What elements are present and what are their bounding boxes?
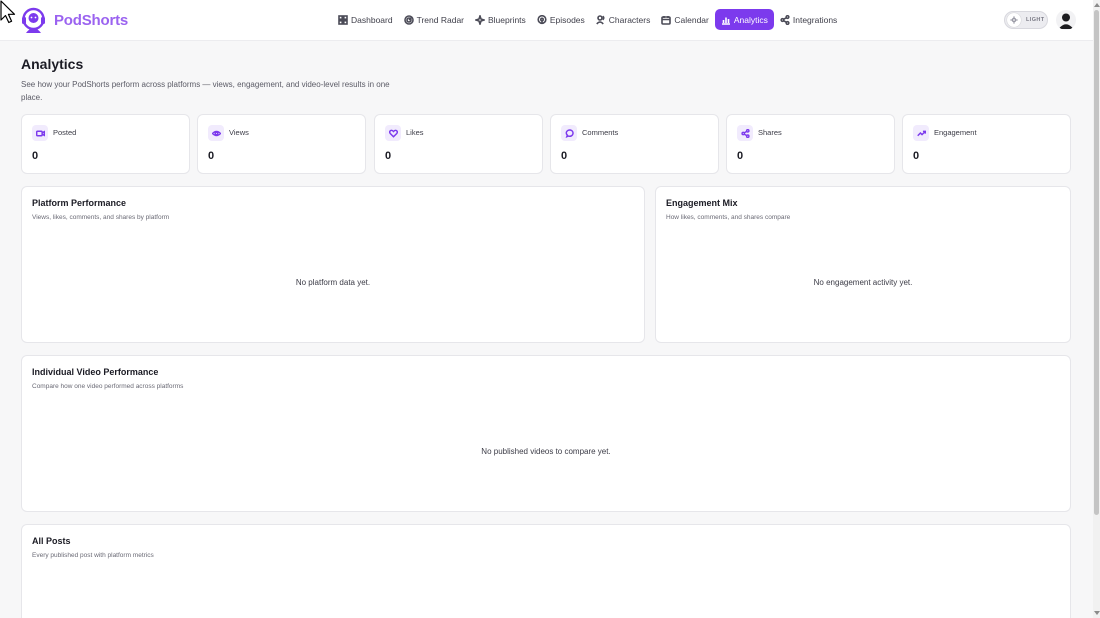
panel-subtitle: How likes, comments, and shares compare (666, 214, 791, 221)
share-icon (737, 125, 753, 141)
nav-item-blueprints[interactable]: Blueprints (470, 9, 531, 30)
nav-item-trend-radar[interactable]: Trend Radar (399, 9, 469, 30)
bar-chart-icon (721, 17, 730, 25)
grid-icon (338, 14, 348, 25)
page-title: Analytics (21, 56, 84, 72)
nav-item-dashboard[interactable]: Dashboard (333, 9, 398, 30)
video-icon (32, 125, 48, 141)
stat-value: 0 (737, 150, 744, 162)
nav-item-characters[interactable]: Characters (591, 9, 656, 30)
nav-label: Characters (608, 14, 651, 25)
top-navigation-bar: PodShorts Dashboard Trend Radar Blueprin… (0, 0, 1093, 41)
main-nav: Dashboard Trend Radar Blueprints Episode… (333, 9, 843, 30)
nav-label: Dashboard (351, 14, 393, 25)
empty-state-message: No engagement activity yet. (813, 278, 913, 287)
trending-up-icon (913, 125, 929, 141)
scroll-up-arrow[interactable] (1094, 3, 1100, 7)
stat-label: Engagement (934, 128, 977, 137)
nav-item-integrations[interactable]: Integrations (775, 9, 842, 30)
stat-card-shares: Shares 0 (726, 114, 895, 174)
brand-name: PodShorts (54, 11, 129, 29)
stat-label: Shares (758, 128, 782, 137)
radar-icon (403, 14, 414, 25)
eye-icon (208, 125, 224, 141)
platform-performance-panel: Platform Performance Views, likes, comme… (21, 186, 645, 343)
nav-item-calendar[interactable]: Calendar (656, 9, 714, 30)
panel-title: Engagement Mix (666, 198, 738, 208)
nav-label: Blueprints (488, 14, 526, 25)
stat-card-engagement: Engagement 0 (902, 114, 1071, 174)
users-icon (595, 14, 605, 25)
nav-item-analytics[interactable]: Analytics (714, 9, 774, 30)
podcast-icon (537, 14, 547, 24)
user-icon (1058, 13, 1074, 29)
all-posts-panel: All Posts Every published post with plat… (21, 524, 1071, 618)
message-icon (561, 125, 577, 141)
nav-label: Episodes (549, 14, 585, 25)
stat-card-comments: Comments 0 (550, 114, 719, 174)
theme-toggle[interactable]: LIGHT (1004, 11, 1048, 29)
stat-value: 0 (32, 150, 39, 162)
podcast-logo-icon (22, 7, 45, 33)
stat-card-views: Views 0 (197, 114, 366, 174)
mouse-cursor-icon (0, 0, 16, 24)
scroll-thumb[interactable] (1094, 10, 1099, 515)
stat-value: 0 (208, 150, 215, 162)
sun-icon (1010, 16, 1018, 24)
nav-label: Integrations (792, 14, 838, 25)
nav-label: Trend Radar (416, 14, 464, 25)
theme-label: LIGHT (1026, 17, 1045, 23)
panel-subtitle: Views, likes, comments, and shares by pl… (32, 214, 170, 221)
theme-knob (1007, 13, 1021, 27)
stat-value: 0 (913, 150, 920, 162)
panel-subtitle: Compare how one video performed across p… (32, 383, 184, 390)
heart-icon (385, 125, 401, 141)
stat-label: Comments (582, 128, 619, 137)
calendar-icon (661, 15, 672, 25)
nav-label: Calendar (674, 14, 709, 25)
empty-state-message: No platform data yet. (295, 278, 371, 287)
sparkles-icon (475, 14, 485, 25)
stat-card-posted: Posted 0 (21, 114, 190, 174)
stat-label: Views (229, 128, 249, 137)
page-scrollbar[interactable] (1093, 0, 1100, 618)
nav-label: Analytics (733, 14, 768, 25)
empty-state-message: No published videos to compare yet. (481, 447, 611, 456)
panel-title: Platform Performance (32, 198, 127, 208)
stat-value: 0 (385, 150, 392, 162)
stat-card-likes: Likes 0 (374, 114, 543, 174)
page-subtitle: See how your PodShorts perform across pl… (21, 80, 390, 102)
user-avatar[interactable] (1056, 10, 1076, 30)
scroll-down-arrow[interactable] (1094, 611, 1100, 615)
panel-title: All Posts (32, 536, 71, 546)
panel-subtitle: Every published post with platform metri… (32, 552, 154, 559)
brand[interactable]: PodShorts (20, 6, 128, 34)
engagement-mix-panel: Engagement Mix How likes, comments, and … (655, 186, 1071, 343)
stat-label: Likes (406, 128, 424, 137)
share-nodes-icon (780, 14, 790, 25)
video-performance-panel: Individual Video Performance Compare how… (21, 355, 1071, 512)
stat-label: Posted (53, 128, 77, 137)
panel-title: Individual Video Performance (32, 367, 159, 377)
stat-value: 0 (561, 150, 568, 162)
nav-item-episodes[interactable]: Episodes (532, 9, 590, 30)
